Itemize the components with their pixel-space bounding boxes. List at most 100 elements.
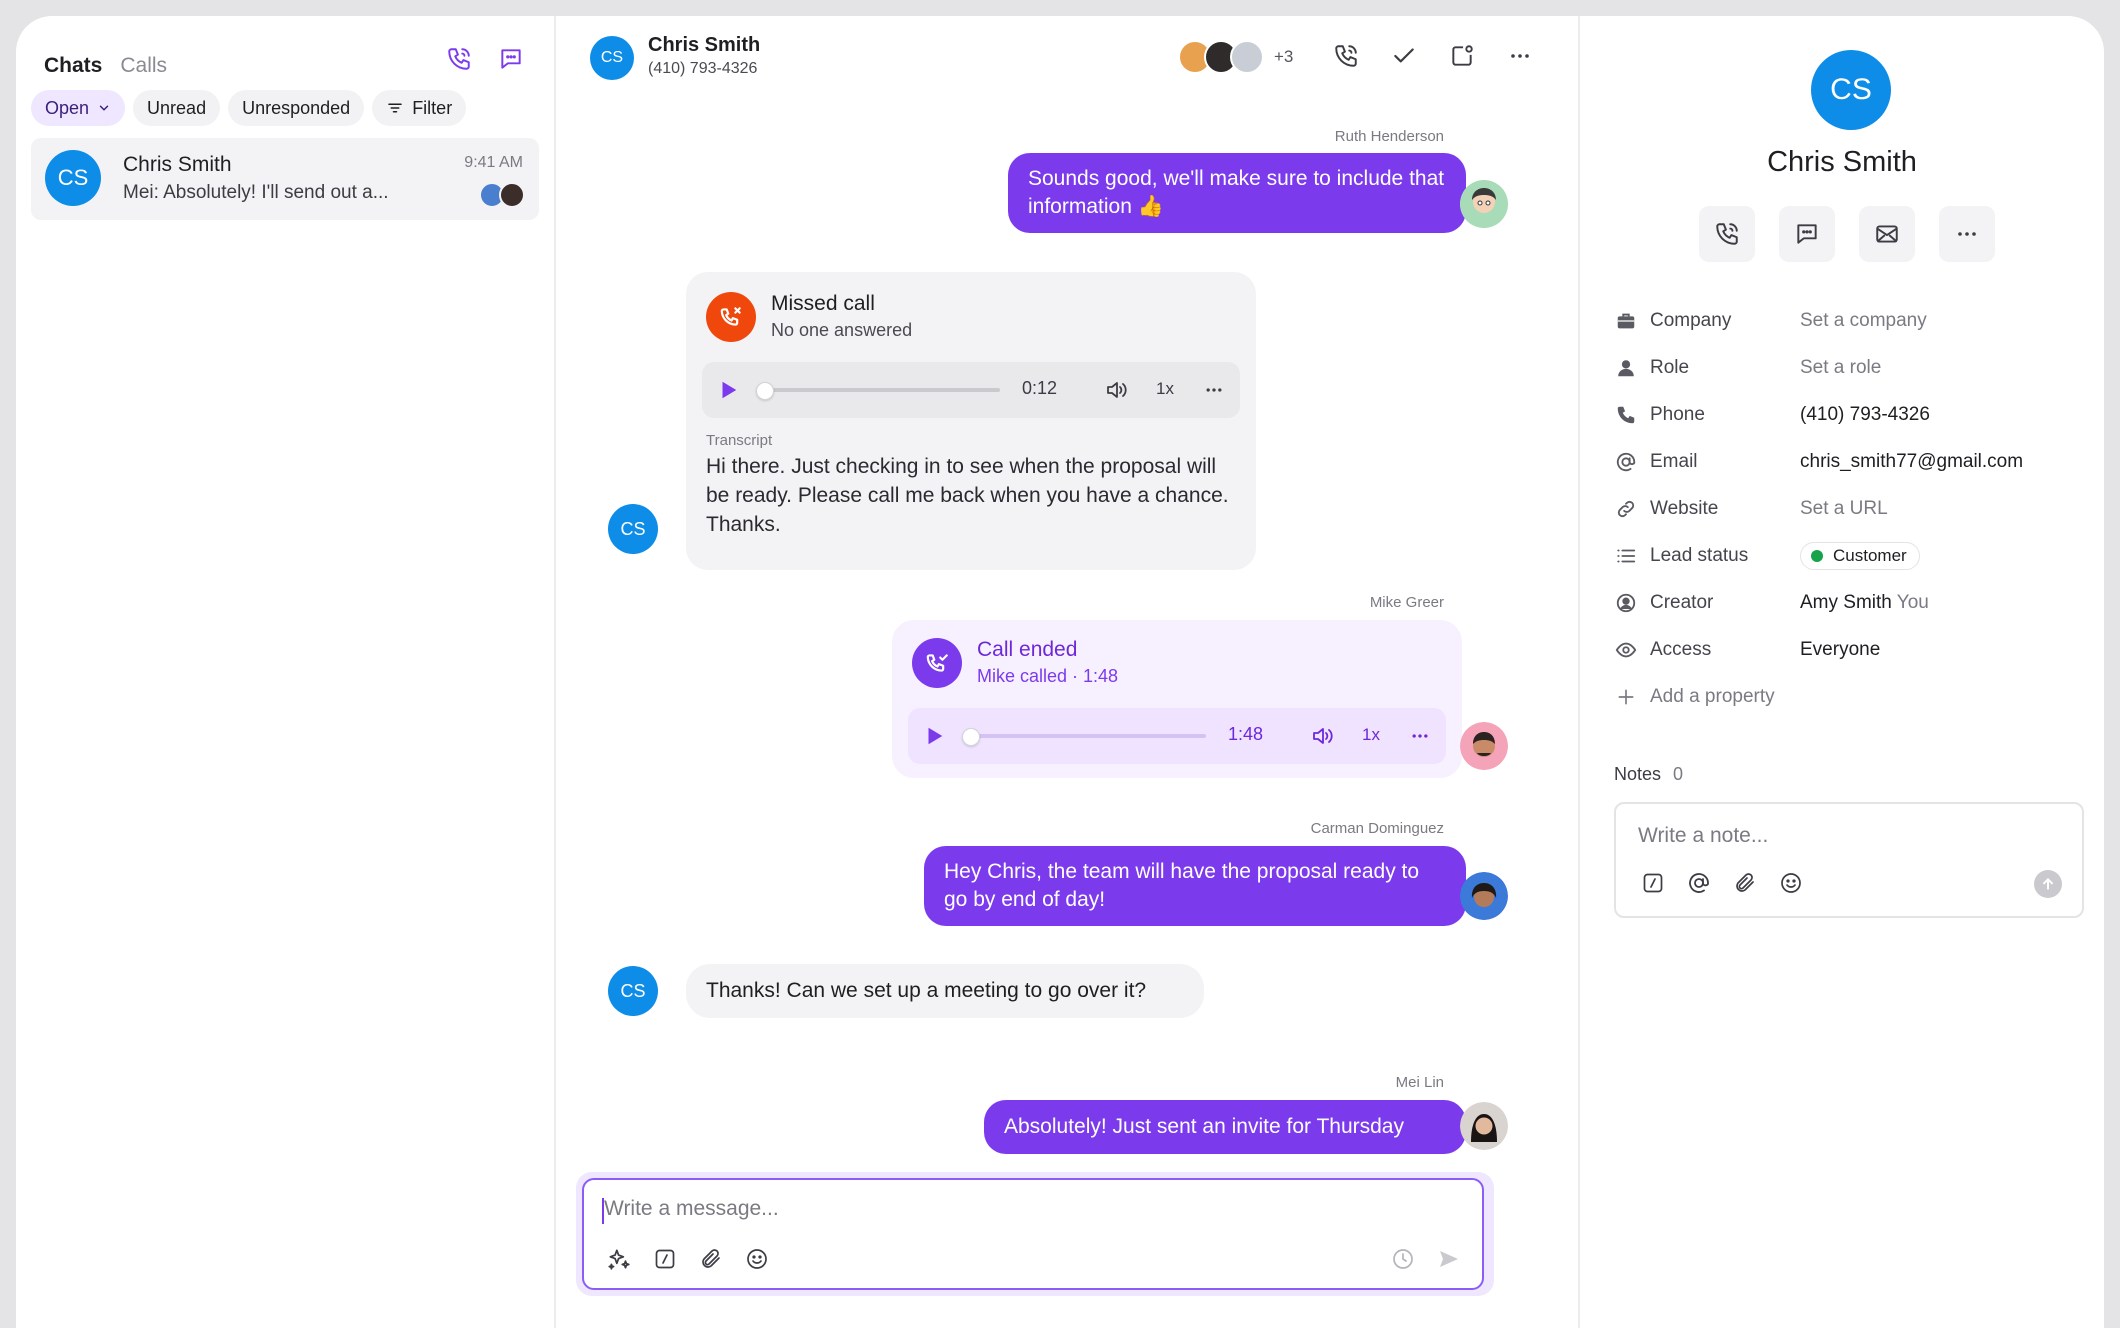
message-sender: Carman Dominguez [1310,820,1444,837]
filter-unresponded[interactable]: Unresponded [228,90,365,126]
snooze-button[interactable] [1444,38,1480,74]
audio-scrubber[interactable] [962,728,980,746]
call-button[interactable] [1328,38,1364,74]
more-options-button[interactable] [1502,38,1538,74]
audio-more-button[interactable] [1404,720,1436,752]
play-icon [928,727,943,745]
property-access[interactable]: Access Everyone [1614,635,2084,665]
conversation-actions [1328,38,1538,74]
participants[interactable]: +3 [1178,40,1293,74]
add-property-button[interactable]: Add a property [1614,682,2084,712]
property-company[interactable]: Company Set a company [1614,306,2084,336]
app-window: Chats Calls Open Unread Unresponded Filt… [16,16,2104,1328]
property-value: Everyone [1800,639,1881,660]
property-label: Lead status [1650,545,1749,566]
message-sender: Ruth Henderson [1334,128,1444,145]
property-role[interactable]: Role Set a role [1614,353,2084,383]
contact-actions [1699,206,1995,262]
sparkles-icon [608,1249,630,1270]
creator-you-tag: You [1896,592,1929,613]
property-website[interactable]: Website Set a URL [1614,494,2084,524]
audio-scrubber[interactable] [756,382,774,400]
contact-name[interactable]: Chris Smith [648,34,760,57]
property-value: (410) 793-4326 [1800,404,1930,425]
tab-chats[interactable]: Chats [44,54,102,78]
conversation-name: Chris Smith [123,153,232,176]
property-lead-status[interactable]: Lead status Customer [1614,541,2084,571]
call-subtitle: Mike called · 1:48 [977,666,1119,686]
contact-name[interactable]: Chris Smith [1580,146,2104,179]
property-email[interactable]: Email chris_smith77@gmail.com [1614,447,2084,477]
note-input[interactable] [1638,822,2038,850]
at-icon [1614,450,1638,474]
outgoing-message[interactable]: Absolutely! Just sent an invite for Thur… [984,1100,1466,1154]
contact-call-button[interactable] [1699,206,1755,262]
tab-calls[interactable]: Calls [120,54,167,78]
ai-assist-button[interactable] [604,1244,634,1274]
send-button[interactable] [1434,1244,1464,1274]
property-creator: Creator Amy Smith You [1614,588,2084,618]
message-icon [1797,224,1817,244]
filter-button[interactable]: Filter [372,90,467,126]
play-icon [722,381,737,399]
more-horizontal-icon [1412,734,1428,738]
conversation-pane: CS Chris Smith (410) 793-4326 +3 Ruth He… [556,16,1580,1328]
snippets-button[interactable] [650,1244,680,1274]
audio-duration: 0:12 [1022,378,1058,398]
attach-button[interactable] [696,1244,726,1274]
volume-button[interactable] [1100,374,1132,406]
mark-done-button[interactable] [1386,38,1422,74]
play-button[interactable] [712,374,744,406]
note-mention-button[interactable] [1684,868,1714,898]
creator-name: Amy Smith [1800,592,1892,613]
contact-email-button[interactable] [1859,206,1915,262]
new-call-button[interactable] [442,42,476,76]
volume-button[interactable] [1306,720,1338,752]
incoming-message[interactable]: Thanks! Can we set up a meeting to go ov… [686,964,1204,1018]
notes-label: Notes [1614,764,1662,784]
list-tabs: Chats Calls [44,54,167,78]
audio-progress-track[interactable] [968,734,1206,738]
conversation-time: 9:41 AM [464,154,523,171]
audio-more-button[interactable] [1198,374,1230,406]
note-submit-button[interactable] [2034,870,2062,898]
link-icon [1614,497,1638,521]
lead-status-badge[interactable]: Customer [1800,542,1920,570]
playback-speed[interactable]: 1x [1156,379,1174,399]
filter-open-dropdown[interactable]: Open [31,90,126,126]
message-icon [501,49,521,69]
new-message-button[interactable] [494,42,528,76]
message-sender: Mei Lin [1395,1074,1444,1091]
call-ended-icon [912,638,962,688]
paperclip-icon [1736,873,1754,892]
message-input[interactable] [604,1194,1304,1224]
contact-details-pane: CS Chris Smith Company Set a company Rol… [1580,16,2104,1328]
note-attach-button[interactable] [1730,868,1760,898]
audio-progress-track[interactable] [762,388,1000,392]
phone-icon [1614,403,1638,427]
filter-unread[interactable]: Unread [133,90,221,126]
avatar: CS [590,36,634,80]
notes-header: Notes 0 [1614,764,1683,785]
conversation-list-item[interactable]: CS Chris Smith Mei: Absolutely! I'll sen… [31,138,539,220]
contact-message-button[interactable] [1779,206,1835,262]
phone-icon [1335,45,1357,67]
contact-more-button[interactable] [1939,206,1995,262]
briefcase-icon [1614,309,1638,333]
playback-speed[interactable]: 1x [1362,725,1380,745]
property-phone[interactable]: Phone (410) 793-4326 [1614,400,2084,430]
play-button[interactable] [918,720,950,752]
missed-call-icon [706,292,756,342]
message-text: Absolutely! Just sent an invite for Thur… [1004,1115,1404,1138]
outgoing-message[interactable]: Hey Chris, the team will have the propos… [924,846,1466,926]
emoji-button[interactable] [742,1244,772,1274]
user-icon [1614,356,1638,380]
more-horizontal-icon [1958,232,1976,236]
outgoing-message[interactable]: Sounds good, we'll make sure to include … [1008,153,1466,233]
property-label: Access [1650,639,1712,660]
note-snippets-button[interactable] [1638,868,1668,898]
property-value: Set a role [1800,357,1882,378]
filter-button-label: Filter [412,97,453,118]
schedule-button[interactable] [1388,1244,1418,1274]
note-emoji-button[interactable] [1776,868,1806,898]
